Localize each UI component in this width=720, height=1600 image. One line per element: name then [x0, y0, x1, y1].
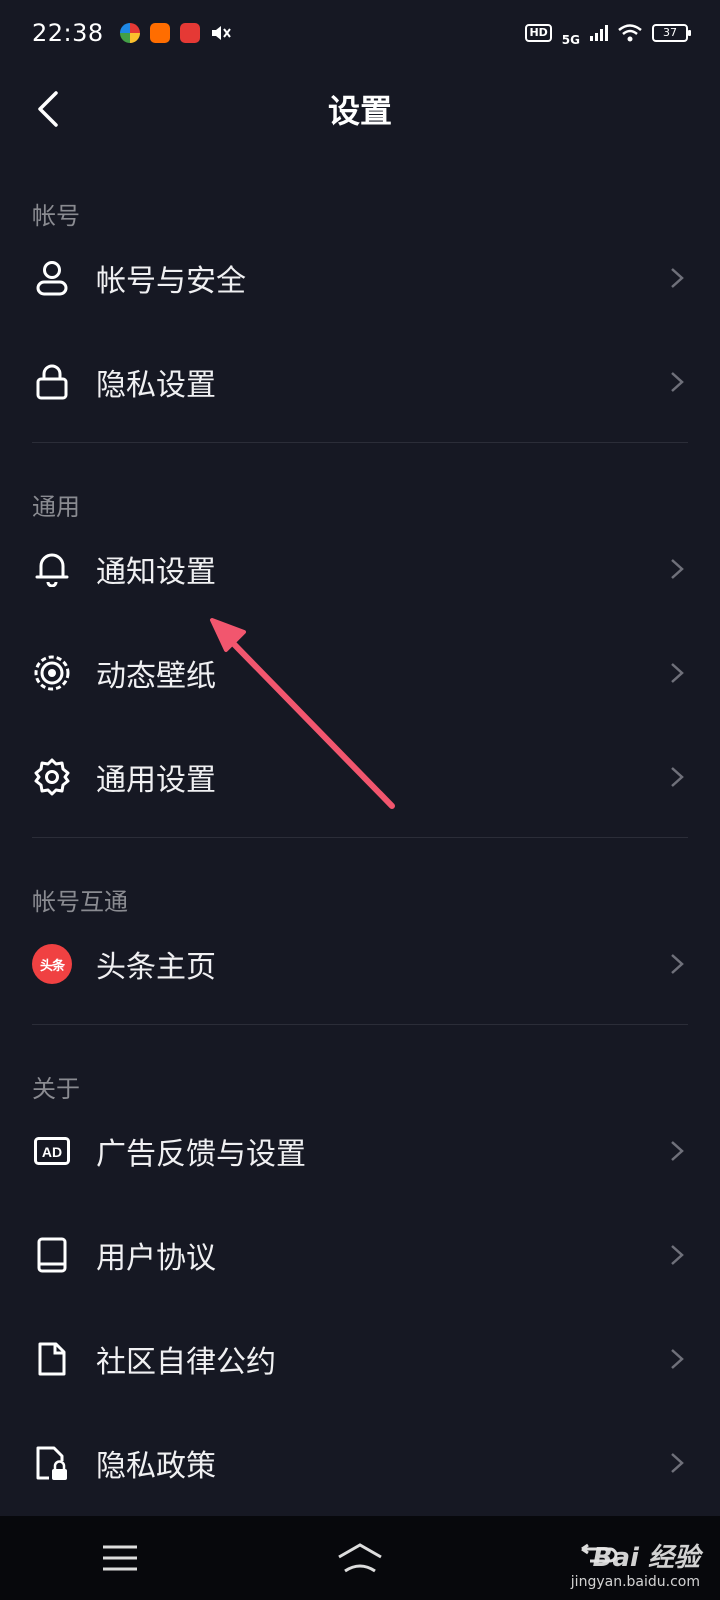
page-title: 设置 [327, 92, 392, 130]
settings-item-label: 通用设置 [96, 763, 216, 798]
menu-nav-button[interactable] [80, 1528, 160, 1588]
chevron-right-icon [671, 1245, 684, 1265]
chevron-right-icon [671, 1349, 684, 1369]
status-time: 22:38 [32, 19, 104, 47]
hd-badge: HD [525, 24, 552, 42]
chevron-right-icon [671, 372, 684, 392]
home-icon [338, 1543, 382, 1573]
settings-item-label: 隐私设置 [96, 368, 216, 403]
header: 设置 [0, 66, 720, 152]
lock-icon [32, 362, 72, 402]
home-nav-button[interactable] [320, 1528, 400, 1588]
wallpaper-icon [32, 653, 72, 693]
watermark-url: jingyan.baidu.com [570, 1574, 700, 1590]
settings-item-label: 广告反馈与设置 [96, 1137, 306, 1172]
settings-item-privacy-policy[interactable]: 隐私政策 [0, 1411, 720, 1515]
app-notification-icon [179, 23, 200, 43]
chevron-right-icon [671, 559, 684, 579]
baidu-watermark: Bai 经验 jingyan.baidu.com [571, 1537, 700, 1590]
section-title-about: 关于 [32, 1075, 80, 1103]
toutiao-logo: 头条 [32, 944, 72, 984]
network-label: 5G [561, 33, 580, 47]
privacy-doc-icon [32, 1443, 72, 1483]
app-notification-icon [119, 23, 140, 43]
settings-item-label: 用户协议 [96, 1241, 216, 1276]
chevron-right-icon [671, 1141, 684, 1161]
chevron-right-icon [671, 954, 684, 974]
signal-icon [590, 25, 608, 41]
settings-item-account-security[interactable]: 帐号与安全 [0, 226, 720, 330]
settings-item-ad-feedback[interactable]: AD 广告反馈与设置 [0, 1099, 720, 1203]
notification-icons [119, 23, 232, 43]
settings-item-live-wallpaper[interactable]: 动态壁纸 [0, 621, 720, 725]
status-right: HD 5G 37 [525, 19, 691, 47]
settings-item-general-settings[interactable]: 通用设置 [0, 725, 720, 829]
gear-icon [32, 757, 72, 797]
settings-list: 帐号 帐号与安全 隐私设置 通用 通知设置 动态壁纸 通用设置 帐号互通 头条 … [0, 152, 720, 1515]
user-icon [32, 258, 72, 298]
settings-item-label: 通知设置 [96, 555, 216, 590]
book-icon [32, 1235, 72, 1275]
svg-text:AD: AD [42, 1144, 62, 1160]
bell-icon [32, 549, 72, 589]
document-icon [32, 1339, 72, 1379]
chevron-right-icon [671, 663, 684, 683]
settings-item-user-agreement[interactable]: 用户协议 [0, 1203, 720, 1307]
settings-item-label: 头条主页 [96, 950, 216, 985]
section-title-linked-accounts: 帐号互通 [32, 888, 128, 916]
status-bar: 22:38 HD 5G 37 [0, 0, 720, 66]
settings-item-label: 动态壁纸 [96, 659, 216, 694]
app-notification-icon [149, 23, 170, 43]
settings-item-notifications[interactable]: 通知设置 [0, 517, 720, 621]
settings-item-toutiao-homepage[interactable]: 头条 头条主页 [0, 912, 720, 1016]
chevron-right-icon [671, 1453, 684, 1473]
section-title-account: 帐号 [32, 202, 80, 230]
toutiao-logo-text: 头条 [32, 944, 72, 984]
settings-item-label: 社区自律公约 [96, 1345, 276, 1380]
watermark-main: Bai 经验 [592, 1543, 700, 1573]
settings-item-community-guidelines[interactable]: 社区自律公约 [0, 1307, 720, 1411]
settings-item-label: 帐号与安全 [96, 264, 246, 299]
settings-item-label: 隐私政策 [96, 1449, 216, 1484]
mute-icon [211, 26, 231, 40]
wifi-icon [618, 24, 642, 42]
chevron-right-icon [671, 268, 684, 288]
ad-icon: AD [32, 1131, 72, 1171]
chevron-right-icon [671, 767, 684, 787]
battery-icon: 37 [652, 24, 691, 42]
menu-icon [103, 1545, 137, 1571]
settings-item-privacy[interactable]: 隐私设置 [0, 330, 720, 434]
section-title-general: 通用 [32, 493, 80, 521]
